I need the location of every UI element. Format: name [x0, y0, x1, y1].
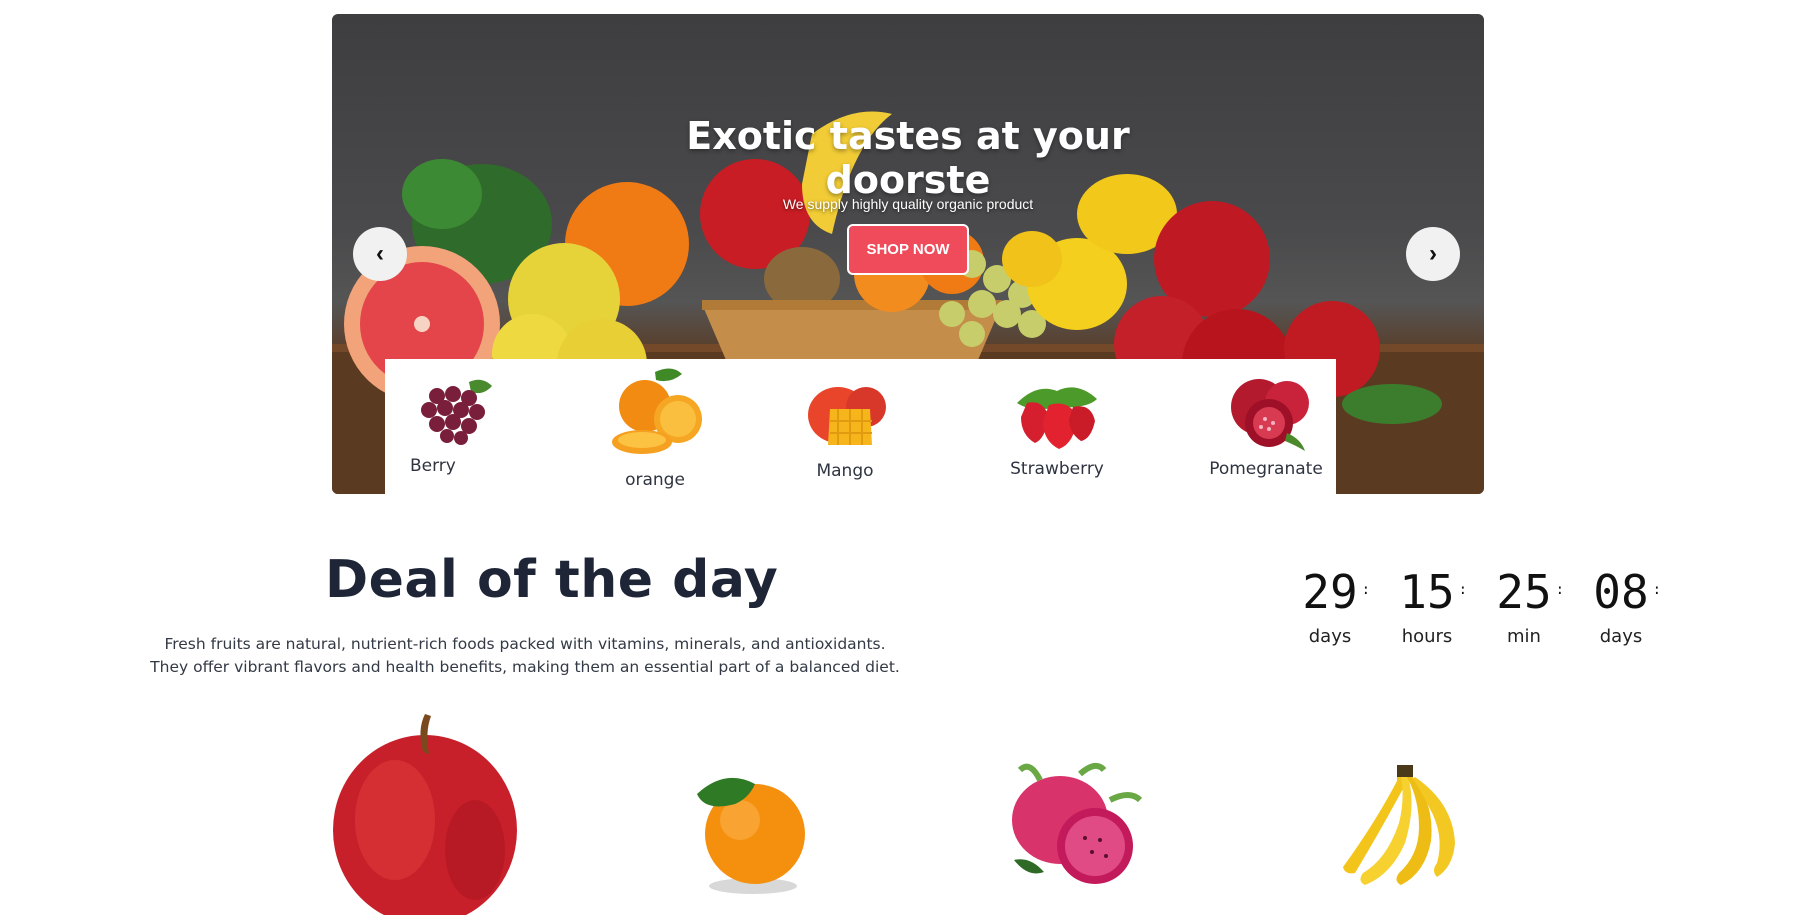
- category-item-orange[interactable]: orange: [600, 364, 710, 490]
- orange-icon: [612, 368, 702, 454]
- countdown-value: 08: [1593, 565, 1649, 619]
- countdown-label: hours: [1401, 626, 1453, 647]
- category-item-berry[interactable]: Berry: [407, 374, 507, 476]
- deal-description: Fresh fruits are natural, nutrient-rich …: [130, 633, 920, 679]
- category-item-pomegranate[interactable]: Pomegranate: [1201, 367, 1331, 479]
- deal-description-line: Fresh fruits are natural, nutrient-rich …: [164, 635, 886, 653]
- category-strip: Berry orange Mango Strawberry Pomegranat…: [385, 359, 1336, 494]
- banana-icon[interactable]: [1335, 763, 1465, 891]
- carousel-next-button[interactable]: ›: [1406, 227, 1460, 281]
- dragon-fruit-icon[interactable]: [1000, 760, 1150, 892]
- hero-subtitle: We supply highly quality organic product: [782, 196, 1034, 212]
- category-label: Strawberry: [1010, 459, 1104, 479]
- category-item-mango[interactable]: Mango: [790, 379, 900, 481]
- countdown-days: 29: days: [1290, 566, 1370, 647]
- countdown-separator: :: [1361, 582, 1370, 598]
- hero-caption: Exotic tastes at your doorste We supply …: [332, 114, 1484, 275]
- countdown-separator: :: [1652, 582, 1661, 598]
- grapes-icon: [421, 379, 492, 445]
- countdown-seconds: 08: days: [1581, 566, 1661, 647]
- orange-icon[interactable]: [675, 768, 815, 898]
- pomegranate-icon: [1231, 379, 1309, 451]
- hero-carousel: Exotic tastes at your doorste We supply …: [332, 14, 1484, 494]
- countdown-value: 25: [1496, 565, 1552, 619]
- countdown-label: days: [1308, 626, 1352, 647]
- countdown-label: min: [1507, 626, 1541, 647]
- hero-title: Exotic tastes at your doorste: [686, 114, 1130, 202]
- deal-title: Deal of the day: [325, 550, 779, 610]
- chevron-right-icon: ›: [1429, 240, 1437, 267]
- category-label: Berry: [410, 456, 456, 476]
- category-label: Mango: [816, 461, 874, 481]
- category-label: orange: [625, 470, 685, 490]
- mango-icon: [808, 387, 886, 445]
- countdown-separator: :: [1555, 582, 1564, 598]
- countdown-label: days: [1599, 626, 1643, 647]
- strawberry-icon: [1017, 387, 1097, 449]
- countdown-separator: :: [1458, 582, 1467, 598]
- shop-now-button[interactable]: SHOP NOW: [847, 224, 969, 275]
- countdown-value: 15: [1399, 565, 1455, 619]
- deal-description-line: They offer vibrant flavors and health be…: [150, 658, 900, 676]
- category-item-strawberry[interactable]: Strawberry: [997, 373, 1117, 479]
- chevron-left-icon: ‹: [376, 240, 384, 267]
- countdown-value: 29: [1302, 565, 1358, 619]
- countdown-hours: 15: hours: [1387, 566, 1467, 647]
- category-label: Pomegranate: [1209, 459, 1323, 479]
- carousel-prev-button[interactable]: ‹: [353, 227, 407, 281]
- countdown-minutes: 25: min: [1484, 566, 1564, 647]
- apple-icon[interactable]: [325, 710, 525, 915]
